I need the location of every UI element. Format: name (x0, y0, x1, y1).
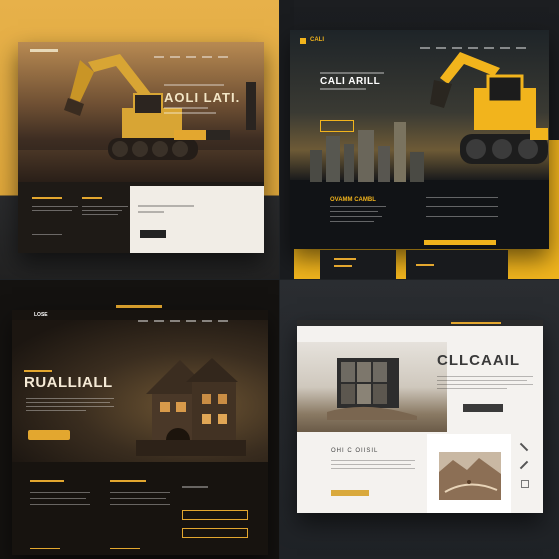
q2-section-heading: OVAMM CAMBL (330, 197, 376, 203)
q4-window: CLLCAAIL OHI C OIISIL (297, 320, 543, 513)
excavator-icon (430, 52, 548, 164)
q4-plus-icon[interactable] (521, 480, 529, 488)
q1-card-button[interactable] (140, 230, 166, 238)
mockup-excavator-landing: AOLI LATI. (0, 0, 279, 279)
q3-hero-title: RUALLIALL (24, 374, 113, 391)
map-icon (439, 452, 501, 500)
q1-cta-button[interactable] (174, 130, 206, 140)
q2-window: CALI CALI ARILL OVAMM CAMBL (290, 30, 549, 249)
mockup-house-landing: LOSE RUALLIALL (0, 280, 279, 559)
mockup-glass-building: CLLCAAIL OHI C OIISIL (280, 280, 559, 559)
house-icon (136, 358, 246, 456)
q3-logo[interactable]: LOSE (34, 312, 48, 318)
q1-side-panel[interactable] (246, 82, 256, 130)
q3-cta-button[interactable] (28, 430, 70, 440)
q3-input-field[interactable] (182, 510, 248, 520)
q3-window: LOSE RUALLIALL (12, 310, 268, 555)
q4-top-bar (297, 320, 543, 326)
q4-hero-title: CLLCAAIL (437, 352, 520, 369)
q2-nav[interactable] (414, 39, 526, 57)
q1-nav[interactable] (148, 48, 228, 66)
mockup-city-excavator: CALI CALI ARILL OVAMM CAMBL (280, 0, 559, 279)
q2-footer-button[interactable] (424, 240, 496, 245)
q3-nav[interactable] (132, 312, 228, 330)
q4-section-heading: OHI C OIISIL (331, 448, 379, 454)
q1-window: AOLI LATI. (18, 42, 264, 253)
q3-submit-button[interactable] (182, 528, 248, 538)
q4-cta-button[interactable] (463, 404, 503, 412)
q1-secondary-button[interactable] (206, 130, 230, 140)
building-icon (327, 358, 417, 420)
q2-hero-title: CALI ARILL (320, 76, 381, 87)
q4-close-icon[interactable] (519, 442, 529, 452)
q1-info-card (130, 186, 264, 253)
q2-peek-page (320, 250, 396, 279)
q4-expand-icon[interactable] (519, 460, 529, 470)
q1-hero-title: AOLI LATI. (164, 90, 241, 105)
q2-logo-icon[interactable] (300, 38, 306, 44)
excavator-icon (64, 54, 198, 160)
q2-logo[interactable]: CALI (310, 37, 324, 43)
q2-cta-button[interactable] (320, 120, 354, 132)
q1-logo-bar[interactable] (30, 49, 58, 52)
q4-secondary-button[interactable] (331, 490, 369, 496)
